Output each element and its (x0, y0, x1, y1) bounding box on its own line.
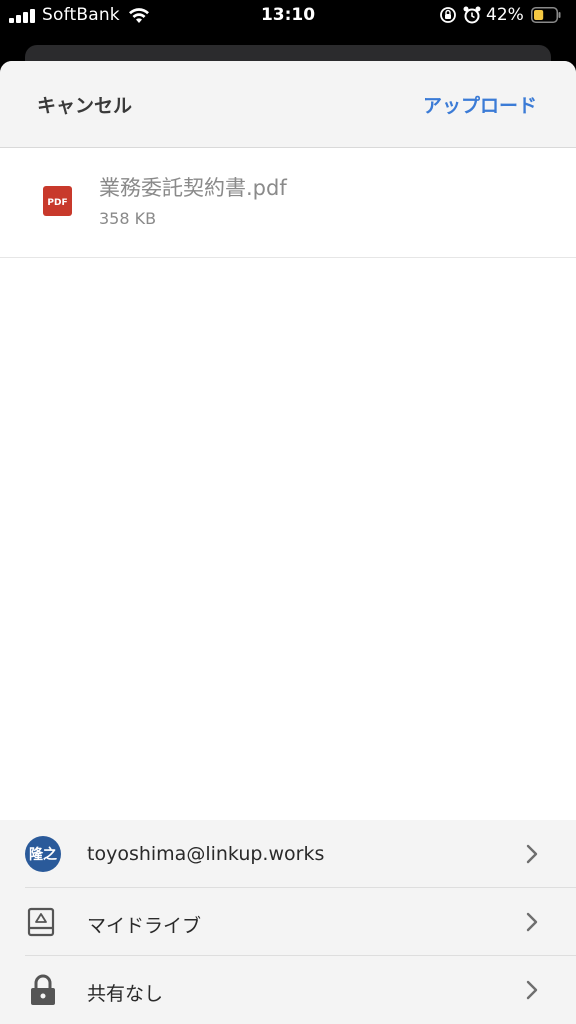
drive-label: マイドライブ (87, 915, 202, 937)
battery-icon (531, 7, 561, 23)
pdf-icon-label: PDF (47, 198, 67, 208)
drive-row[interactable]: マイドライブ (0, 888, 576, 956)
file-name: 業務委託契約書.pdf (99, 176, 287, 200)
file-size: 358 KB (99, 209, 157, 228)
avatar: 隆之 (25, 836, 61, 872)
battery-percent: 42% (486, 5, 524, 25)
file-item: PDF 業務委託契約書.pdf 358 KB (0, 148, 576, 258)
lock-icon (31, 974, 55, 1005)
chevron-right-icon (526, 980, 538, 1000)
upload-button[interactable]: アップロード (423, 91, 537, 118)
account-row[interactable]: 隆之 toyoshima@linkup.works (0, 820, 576, 888)
destination-list: 隆之 toyoshima@linkup.works マイドライブ 共有なし (0, 820, 576, 1024)
upload-sheet: キャンセル アップロード PDF 業務委託契約書.pdf 358 KB 隆之 t… (0, 61, 576, 1024)
drive-icon (27, 907, 55, 937)
sharing-label: 共有なし (87, 983, 164, 1005)
account-email: toyoshima@linkup.works (87, 843, 325, 865)
status-bar: SoftBank 13:10 42% (0, 0, 576, 34)
nav-bar: キャンセル アップロード (0, 61, 576, 148)
cancel-button[interactable]: キャンセル (37, 91, 132, 118)
chevron-right-icon (526, 844, 538, 864)
screen: SoftBank 13:10 42% キャンセル アップロード PDF 業務委託… (0, 0, 576, 1024)
pdf-file-icon: PDF (43, 186, 72, 216)
rotation-lock-icon (440, 7, 456, 23)
chevron-right-icon (526, 912, 538, 932)
sharing-row[interactable]: 共有なし (0, 956, 576, 1024)
alarm-icon (463, 6, 481, 24)
